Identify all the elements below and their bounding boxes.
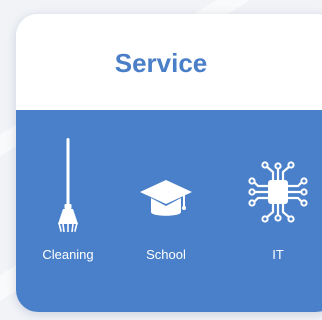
broom-icon (58, 138, 78, 232)
service-card: Service Cleaning School IT (16, 14, 322, 312)
service-label-school: School (146, 247, 186, 262)
service-label-cleaning: Cleaning (42, 247, 94, 262)
services-panel: Cleaning School IT (16, 110, 322, 312)
service-item-it[interactable]: IT (238, 110, 318, 270)
graduation-cap-icon (140, 180, 192, 216)
card-header: Service (16, 14, 322, 110)
service-item-school[interactable]: School (126, 110, 206, 270)
card-title: Service (114, 48, 208, 78)
service-label-it: IT (272, 247, 284, 262)
circuit-chip-icon (248, 161, 308, 223)
service-item-cleaning[interactable]: Cleaning (28, 110, 108, 270)
